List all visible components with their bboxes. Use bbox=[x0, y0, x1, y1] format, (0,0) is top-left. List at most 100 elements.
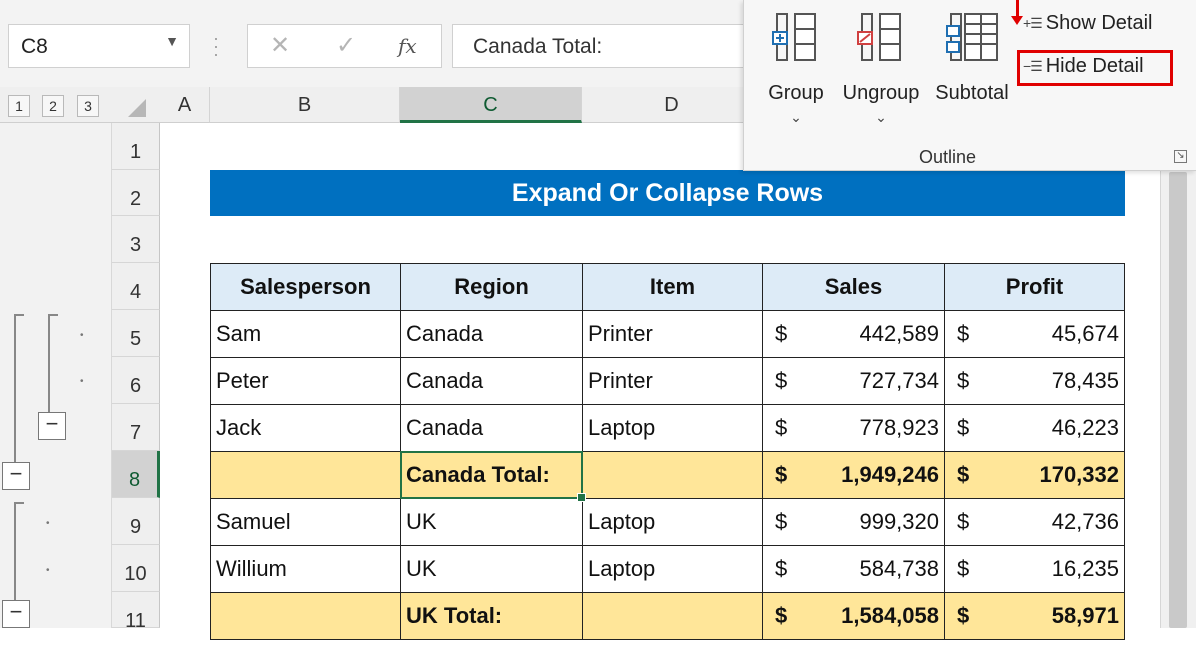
cell-profit[interactable]: $170,332 bbox=[944, 451, 1125, 499]
cell-sales[interactable]: $778,923 bbox=[762, 404, 945, 452]
profit-value: 170,332 bbox=[1039, 462, 1119, 487]
scrollbar-thumb[interactable] bbox=[1169, 172, 1187, 628]
row-header-4[interactable]: 4 bbox=[112, 263, 160, 310]
row-header-1[interactable]: 1 bbox=[112, 123, 160, 170]
profit-value: 58,971 bbox=[1051, 603, 1119, 628]
header-salesperson[interactable]: Salesperson bbox=[210, 263, 401, 311]
cell-sales[interactable]: $584,738 bbox=[762, 545, 945, 593]
column-header-c[interactable]: C bbox=[400, 87, 582, 123]
profit-value: 45,674 bbox=[1051, 321, 1119, 346]
cell-region[interactable]: Canada bbox=[400, 357, 583, 405]
formula-buttons: ✕ ✓ fx bbox=[247, 24, 442, 68]
chevron-down-icon[interactable]: ▼ bbox=[165, 33, 179, 49]
cell-salesperson[interactable]: Sam bbox=[210, 310, 401, 358]
cell-profit[interactable]: $58,971 bbox=[944, 592, 1125, 640]
cell-sales[interactable]: $1,584,058 bbox=[762, 592, 945, 640]
column-header-a[interactable]: A bbox=[160, 87, 210, 123]
chevron-down-icon[interactable]: ⌄ bbox=[836, 109, 926, 126]
cell-profit[interactable]: $78,435 bbox=[944, 357, 1125, 405]
currency-symbol: $ bbox=[775, 556, 788, 581]
cell-profit[interactable]: $45,674 bbox=[944, 310, 1125, 358]
show-detail-button[interactable]: +☰ Show Detail bbox=[1023, 12, 1152, 35]
outline-level-2-button[interactable]: 2 bbox=[42, 95, 64, 117]
row-header-10[interactable]: 10 bbox=[112, 545, 160, 592]
cell-sales[interactable]: $727,734 bbox=[762, 357, 945, 405]
row-header-8[interactable]: 8 bbox=[112, 451, 160, 498]
cancel-icon[interactable]: ✕ bbox=[270, 31, 290, 60]
column-header-d[interactable]: D bbox=[582, 87, 762, 123]
group-icon bbox=[772, 13, 816, 61]
cell-sales[interactable]: $999,320 bbox=[762, 498, 945, 546]
currency-symbol: $ bbox=[957, 462, 970, 487]
cell-profit[interactable]: $46,223 bbox=[944, 404, 1125, 452]
active-cell-c8[interactable] bbox=[400, 451, 586, 502]
outline-group-label: Outline bbox=[919, 147, 977, 167]
currency-symbol: $ bbox=[775, 462, 788, 487]
cell-item[interactable]: Laptop bbox=[582, 498, 763, 546]
row-header-5[interactable]: 5 bbox=[112, 310, 160, 357]
annotation-arrow-head bbox=[1011, 16, 1023, 25]
row-header-9[interactable]: 9 bbox=[112, 498, 160, 545]
cell-region[interactable]: UK bbox=[400, 498, 583, 546]
cell-region[interactable]: UK bbox=[400, 545, 583, 593]
sales-value: 584,738 bbox=[859, 556, 939, 581]
cell-item[interactable]: Printer bbox=[582, 310, 763, 358]
cell-item[interactable]: Laptop bbox=[582, 545, 763, 593]
cell-region[interactable]: Canada bbox=[400, 310, 583, 358]
row-header-3[interactable]: 3 bbox=[112, 216, 160, 263]
chevron-down-icon[interactable]: ⌄ bbox=[763, 109, 829, 126]
column-header-b[interactable]: B bbox=[210, 87, 400, 123]
cell-salesperson[interactable] bbox=[210, 592, 401, 640]
header-item[interactable]: Item bbox=[582, 263, 763, 311]
profit-value: 16,235 bbox=[1051, 556, 1119, 581]
cell-region[interactable]: Canada bbox=[400, 404, 583, 452]
collapse-subgroup-button[interactable]: − bbox=[38, 412, 66, 440]
cell-salesperson[interactable]: Willium bbox=[210, 545, 401, 593]
profit-value: 46,223 bbox=[1051, 415, 1119, 440]
cell-sales[interactable]: $442,589 bbox=[762, 310, 945, 358]
collapse-group-button[interactable]: − bbox=[2, 600, 30, 628]
cell-item[interactable] bbox=[582, 592, 763, 640]
cell-salesperson[interactable] bbox=[210, 451, 401, 499]
cell-item[interactable]: Laptop bbox=[582, 404, 763, 452]
drag-handle-icon[interactable]: · · · bbox=[213, 29, 219, 63]
row-header-11[interactable]: 11 bbox=[112, 592, 160, 632]
row-header-6[interactable]: 6 bbox=[112, 357, 160, 404]
header-region[interactable]: Region bbox=[400, 263, 583, 311]
currency-symbol: $ bbox=[775, 603, 788, 628]
ungroup-label: Ungroup bbox=[842, 82, 920, 104]
currency-symbol: $ bbox=[957, 368, 970, 393]
cell-salesperson[interactable]: Jack bbox=[210, 404, 401, 452]
name-box[interactable]: C8 ▼ bbox=[8, 24, 190, 68]
cell-profit[interactable]: $16,235 bbox=[944, 545, 1125, 593]
header-sales[interactable]: Sales bbox=[762, 263, 945, 311]
select-all-icon[interactable] bbox=[128, 99, 146, 117]
dialog-launcher-icon[interactable]: ↘ bbox=[1174, 150, 1187, 163]
row-header-7[interactable]: 7 bbox=[112, 404, 160, 451]
cell-sales[interactable]: $1,949,246 bbox=[762, 451, 945, 499]
cell-salesperson[interactable]: Peter bbox=[210, 357, 401, 405]
cell-region[interactable]: UK Total: bbox=[400, 592, 583, 640]
outline-level-3-button[interactable]: 3 bbox=[77, 95, 99, 117]
subtotal-button[interactable]: Subtotal bbox=[931, 12, 1013, 105]
cell-salesperson[interactable]: Samuel bbox=[210, 498, 401, 546]
outline-dot: • bbox=[46, 565, 50, 576]
enter-icon[interactable]: ✓ bbox=[336, 31, 356, 60]
collapse-group-button[interactable]: − bbox=[2, 462, 30, 490]
header-profit[interactable]: Profit bbox=[944, 263, 1125, 311]
cell-item[interactable] bbox=[582, 451, 763, 499]
hide-detail-highlight bbox=[1017, 50, 1173, 86]
outline-bracket-line bbox=[48, 314, 58, 316]
outline-level-1-button[interactable]: 1 bbox=[8, 95, 30, 117]
group-button[interactable]: Group ⌄ bbox=[763, 12, 829, 126]
ungroup-button[interactable]: Ungroup ⌄ bbox=[836, 12, 926, 126]
cell-profit[interactable]: $42,736 bbox=[944, 498, 1125, 546]
insert-function-icon[interactable]: fx bbox=[398, 34, 417, 58]
row-header-2[interactable]: 2 bbox=[112, 170, 160, 216]
cell-item[interactable]: Printer bbox=[582, 357, 763, 405]
sheet-title[interactable]: Expand Or Collapse Rows bbox=[210, 170, 1125, 216]
currency-symbol: $ bbox=[957, 321, 970, 346]
total-row: Canada Total: $1,949,246 $170,332 bbox=[210, 451, 1125, 499]
table-row: Willium UK Laptop $584,738 $16,235 bbox=[210, 545, 1125, 593]
outline-dot: • bbox=[80, 376, 84, 387]
